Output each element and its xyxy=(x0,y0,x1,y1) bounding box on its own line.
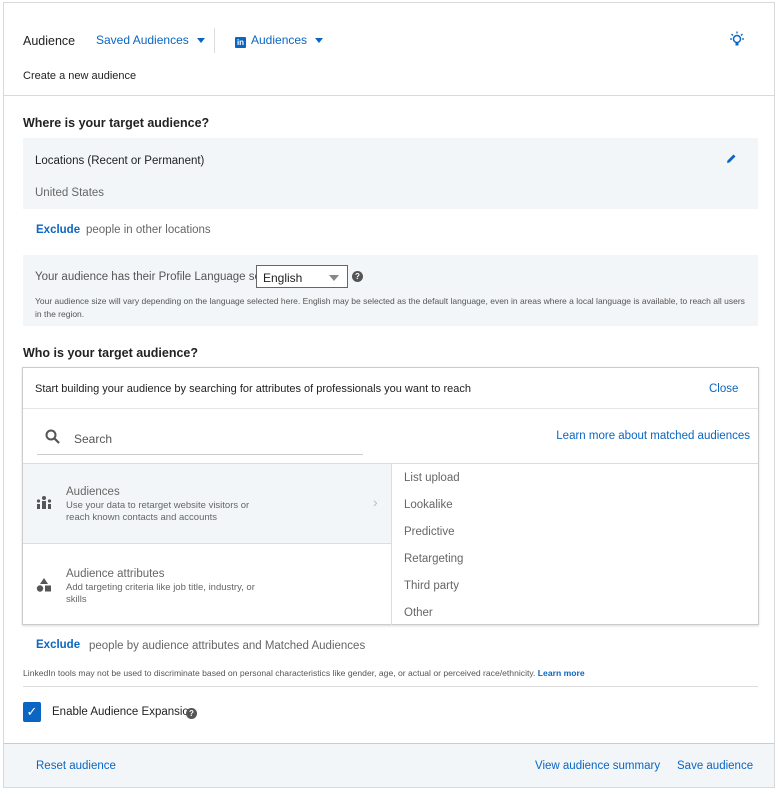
checkmark-icon: ✓ xyxy=(26,704,38,719)
location-value: United States xyxy=(35,187,105,199)
divider xyxy=(214,28,215,53)
saved-audiences-label: Saved Audiences xyxy=(96,33,189,47)
exclude-attributes-button[interactable]: Exclude xyxy=(36,639,80,651)
locations-label: Locations (Recent or Permanent) xyxy=(35,155,205,167)
lightbulb-icon[interactable] xyxy=(728,31,746,52)
pencil-edit-icon[interactable] xyxy=(725,153,737,168)
category-desc: Use your data to retarget website visito… xyxy=(66,500,250,523)
category-title: Audiences xyxy=(66,486,120,498)
language-prefix: Your audience has their Profile Language… xyxy=(35,271,277,283)
category-title: Audience attributes xyxy=(66,568,165,580)
option-third-party[interactable]: Third party xyxy=(404,580,459,592)
option-lookalike[interactable]: Lookalike xyxy=(404,499,453,511)
save-audience-button[interactable]: Save audience xyxy=(677,760,753,772)
option-retargeting[interactable]: Retargeting xyxy=(404,553,463,565)
exclude-locations-button[interactable]: Exclude xyxy=(36,224,80,236)
locations-panel: Locations (Recent or Permanent) United S… xyxy=(23,138,758,209)
divider xyxy=(23,408,758,409)
search-placeholder: Search xyxy=(74,432,113,446)
who-heading: Who is your target audience? xyxy=(23,346,199,360)
divider xyxy=(4,95,774,96)
help-icon[interactable]: ? xyxy=(352,271,363,282)
exclude-attributes-text: people by audience attributes and Matche… xyxy=(89,640,366,652)
disclaimer: LinkedIn tools may not be used to discri… xyxy=(23,668,585,678)
expansion-checkbox[interactable]: ✓ xyxy=(23,702,41,722)
close-button[interactable]: Close xyxy=(709,383,738,395)
divider xyxy=(391,464,392,625)
audience-card: Audience Saved Audiences in Audiences Cre… xyxy=(3,2,775,788)
help-icon[interactable]: ? xyxy=(186,708,197,719)
learn-more-link[interactable]: Learn more xyxy=(538,668,585,678)
where-heading: Where is your target audience? xyxy=(23,116,210,130)
chevron-right-icon: › xyxy=(373,494,378,510)
saved-audiences-dropdown[interactable]: Saved Audiences xyxy=(96,33,205,47)
option-list-upload[interactable]: List upload xyxy=(404,472,460,484)
option-other[interactable]: Other xyxy=(404,607,433,619)
attribute-browser: Start building your audience by searchin… xyxy=(22,367,759,625)
category-audience-attributes[interactable]: Audience attributes Add targeting criter… xyxy=(23,545,391,625)
disclaimer-text: LinkedIn tools may not be used to discri… xyxy=(23,668,536,678)
language-value: English xyxy=(263,271,303,285)
reset-audience-button[interactable]: Reset audience xyxy=(36,760,116,772)
audiences-label: Audiences xyxy=(251,33,308,47)
caret-down-icon xyxy=(329,275,339,281)
language-note: Your audience size will vary depending o… xyxy=(35,296,745,319)
linkedin-icon: in xyxy=(235,37,246,48)
people-group-icon xyxy=(36,496,52,509)
exclude-locations-text: people in other locations xyxy=(86,224,211,236)
header-subtitle: Create a new audience xyxy=(23,70,137,82)
category-audiences[interactable]: Audiences Use your data to retarget webs… xyxy=(23,464,391,544)
view-audience-summary-button[interactable]: View audience summary xyxy=(535,760,660,772)
shapes-icon xyxy=(36,578,51,592)
linkedin-audiences-dropdown[interactable]: in Audiences xyxy=(235,33,324,48)
caret-down-icon xyxy=(196,38,205,44)
footer: Reset audience View audience summary Sav… xyxy=(4,743,774,787)
browser-prompt: Start building your audience by searchin… xyxy=(35,383,471,395)
caret-down-icon xyxy=(315,38,324,44)
learn-matched-audiences-link[interactable]: Learn more about matched audiences xyxy=(556,430,750,442)
header-title: Audience xyxy=(23,34,76,48)
divider xyxy=(23,686,758,687)
option-predictive[interactable]: Predictive xyxy=(404,526,455,538)
expansion-label: Enable Audience Expansion xyxy=(52,706,196,718)
search-input[interactable]: Search xyxy=(37,423,363,455)
language-panel: Your audience has their Profile Language… xyxy=(23,255,758,326)
search-icon xyxy=(45,429,60,444)
category-desc: Add targeting criteria like job title, i… xyxy=(66,582,255,605)
language-select[interactable]: English xyxy=(256,265,348,288)
